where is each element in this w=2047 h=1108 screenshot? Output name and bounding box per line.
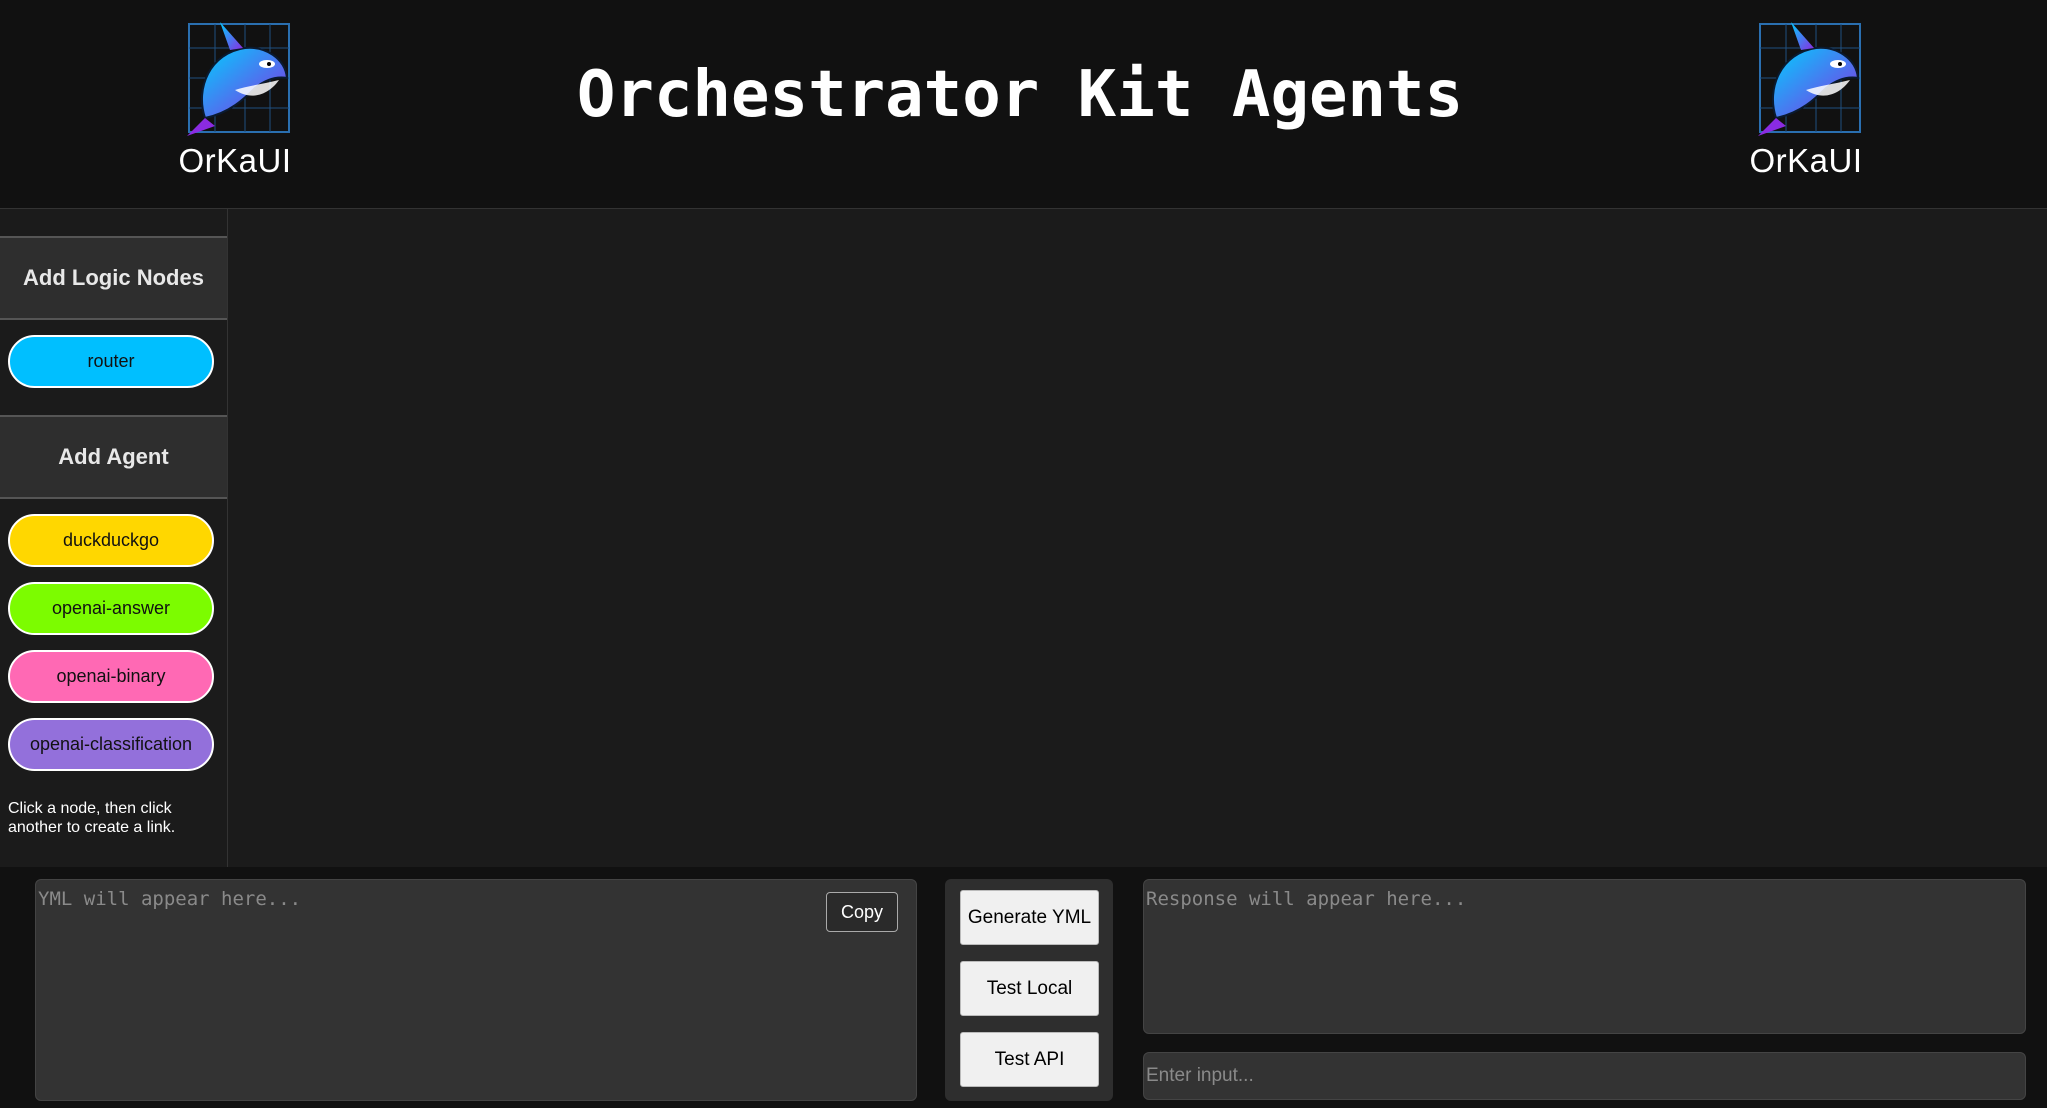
logo-left: OrKaUI — [170, 18, 300, 179]
test-local-button[interactable]: Test Local — [960, 961, 1099, 1016]
logo-text: OrKaUI — [1749, 142, 1863, 179]
input-field[interactable] — [1143, 1052, 2026, 1100]
logic-nodes-heading: Add Logic Nodes — [0, 236, 227, 320]
logo-text: OrKaUI — [178, 142, 292, 179]
orca-whale-icon — [187, 22, 290, 136]
agent-button-openai-binary[interactable]: openai-binary — [8, 650, 214, 703]
yml-output[interactable] — [35, 879, 917, 1101]
orca-whale-icon — [1758, 22, 1861, 136]
page-title: Orchestrator Kit Agents — [576, 58, 1464, 132]
agent-button-duckduckgo[interactable]: duckduckgo — [8, 514, 214, 567]
test-api-button[interactable]: Test API — [960, 1032, 1099, 1087]
generate-yml-button[interactable]: Generate YML — [960, 890, 1099, 945]
sidebar: Add Logic Nodes router Add Agent duckduc… — [0, 209, 228, 867]
bottom-panel: Copy Generate YML Test Local Test API — [0, 867, 2047, 1108]
action-panel: Generate YML Test Local Test API — [945, 879, 1113, 1101]
add-agent-heading: Add Agent — [0, 415, 227, 499]
copy-button[interactable]: Copy — [826, 892, 898, 932]
agent-button-openai-classification[interactable]: openai-classification — [8, 718, 214, 771]
app-header: OrKaUI Orchestrator Kit Agents OrKaUI — [0, 0, 2047, 209]
agent-button-openai-answer[interactable]: openai-answer — [8, 582, 214, 635]
response-output[interactable] — [1143, 879, 2026, 1034]
graph-canvas[interactable] — [228, 209, 2047, 867]
node-button-router[interactable]: router — [8, 335, 214, 388]
link-hint: Click a node, then click another to crea… — [8, 800, 176, 836]
logo-right: OrKaUI — [1741, 18, 1871, 179]
